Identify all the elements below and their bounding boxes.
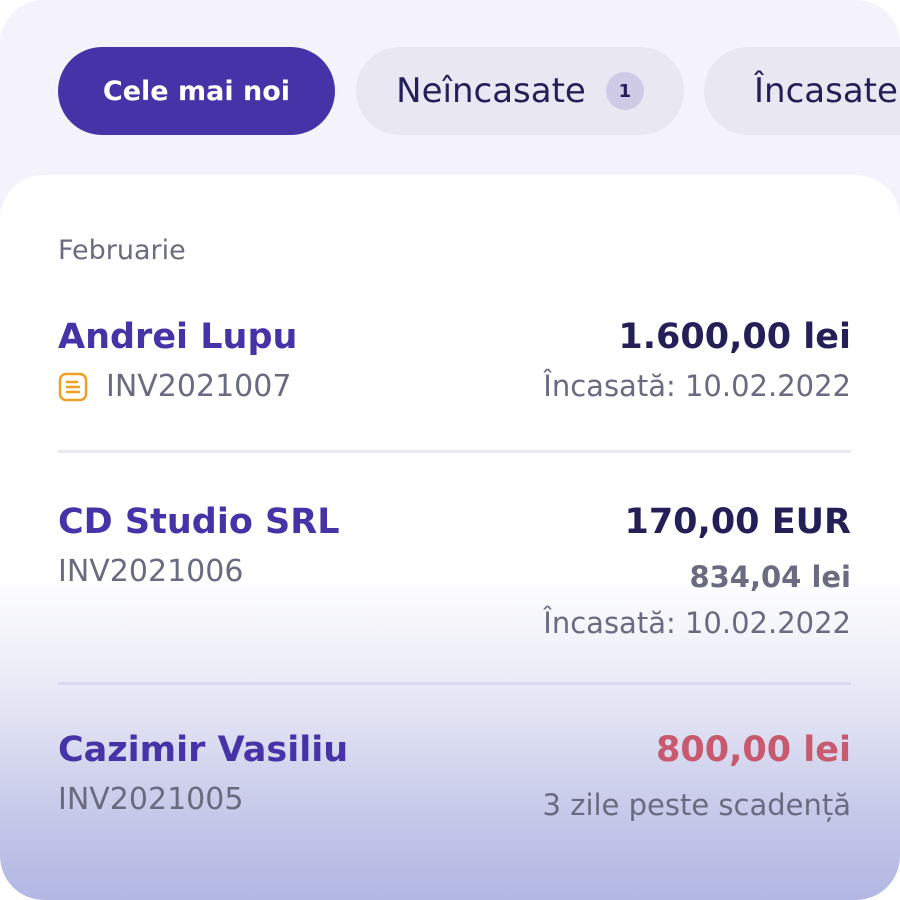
invoices-screen: Cele mai noi Neîncasate 1 Încasate Febru… <box>0 0 900 900</box>
client-name: Andrei Lupu <box>58 317 298 357</box>
filter-tabs: Cele mai noi Neîncasate 1 Încasate <box>58 47 900 135</box>
invoice-number: INV2021006 <box>58 554 244 589</box>
invoice-row[interactable]: Cazimir Vasiliu INV2021005 800,00 lei 3 … <box>58 730 851 830</box>
document-icon <box>58 372 88 401</box>
tab-neincasate[interactable]: Neîncasate 1 <box>356 47 684 135</box>
tab-label: Neîncasate <box>396 71 586 111</box>
converted-amount: 834,04 lei <box>689 560 851 594</box>
tab-label: Încasate <box>754 71 898 111</box>
tab-cele-mai-noi[interactable]: Cele mai noi <box>58 47 335 135</box>
divider <box>58 450 851 453</box>
divider <box>58 682 851 685</box>
payment-status: Încasată: 10.02.2022 <box>543 606 851 640</box>
overdue-status: 3 zile peste scadență <box>542 788 851 822</box>
invoice-amount: 1.600,00 lei <box>618 317 851 357</box>
invoice-number-text: INV2021007 <box>106 369 292 404</box>
tab-incasate[interactable]: Încasate <box>704 47 900 135</box>
client-name: CD Studio SRL <box>58 502 340 542</box>
invoice-number: INV2021005 <box>58 782 244 817</box>
tab-label: Cele mai noi <box>102 75 291 107</box>
invoice-amount: 170,00 EUR <box>624 502 851 542</box>
count-badge: 1 <box>605 72 644 110</box>
invoice-row[interactable]: Andrei Lupu INV2021007 1.600,00 lei Înca… <box>58 317 851 417</box>
payment-status: Încasată: 10.02.2022 <box>543 369 851 403</box>
month-heading: Februarie <box>58 235 186 266</box>
invoice-number: INV2021007 <box>58 369 291 404</box>
client-name: Cazimir Vasiliu <box>58 730 349 770</box>
invoice-amount: 800,00 lei <box>656 730 851 770</box>
invoice-list-card: Februarie Andrei Lupu INV2021007 1.600,0… <box>0 175 900 900</box>
invoice-row[interactable]: CD Studio SRL INV2021006 170,00 EUR 834,… <box>58 502 851 652</box>
